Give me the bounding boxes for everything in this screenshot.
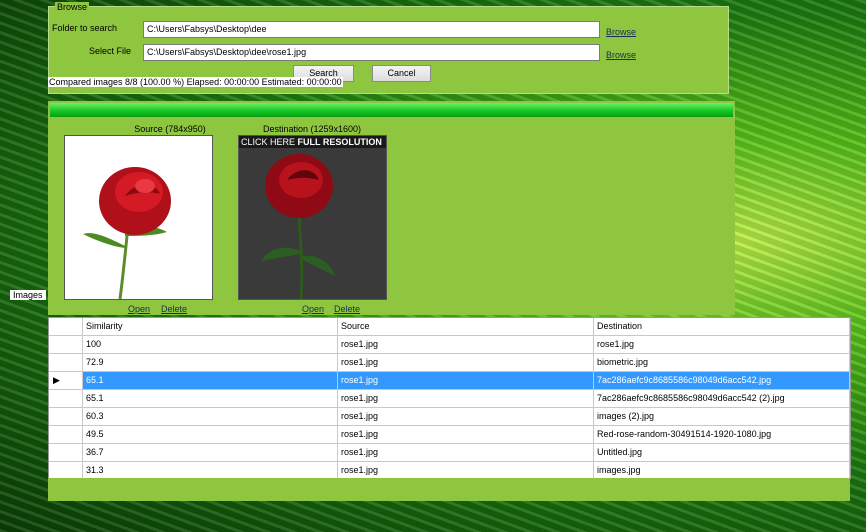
progress-bar	[50, 103, 733, 117]
banner-text: CLICK HERE	[241, 137, 296, 147]
similarity-cell[interactable]: 72.9	[83, 354, 338, 372]
browse-file-link[interactable]: Browse	[606, 50, 636, 60]
table-row[interactable]: 36.7 rose1.jpg Untitled.jpg	[49, 444, 850, 462]
banner-bold-text: FULL RESOLUTION	[297, 137, 382, 147]
file-label: Select File	[89, 46, 132, 56]
column-header-destination[interactable]: Destination	[594, 318, 850, 336]
similarity-cell[interactable]: 49.5	[83, 426, 338, 444]
table-row[interactable]: 65.1 rose1.jpg 7ac286aefc9c8685586c98049…	[49, 390, 850, 408]
images-label: Images	[10, 290, 46, 300]
source-caption: Source (784x950)	[134, 124, 206, 134]
destination-delete-link[interactable]: Delete	[334, 304, 360, 314]
column-header-source[interactable]: Source	[338, 318, 594, 336]
current-row-arrow-icon[interactable]: ▶	[49, 372, 83, 390]
destination-cell[interactable]: 7ac286aefc9c8685586c98049d6acc542.jpg	[594, 372, 850, 390]
destination-cell[interactable]: Untitled.jpg	[594, 444, 850, 462]
row-header[interactable]	[49, 426, 83, 444]
destination-caption: Destination (1259x1600)	[262, 124, 362, 134]
preview-panel: Source (784x950) Open Delete Destination…	[48, 101, 735, 315]
row-header[interactable]	[49, 390, 83, 408]
table-row[interactable]: 49.5 rose1.jpg Red-rose-random-30491514-…	[49, 426, 850, 444]
source-image[interactable]	[64, 135, 213, 300]
row-header[interactable]	[49, 444, 83, 462]
similarity-cell[interactable]: 65.1	[83, 372, 338, 390]
table-row-selected[interactable]: ▶ 65.1 rose1.jpg 7ac286aefc9c8685586c980…	[49, 372, 850, 390]
source-delete-link[interactable]: Delete	[161, 304, 187, 314]
full-resolution-banner[interactable]: CLICK HERE FULL RESOLUTION	[239, 136, 386, 148]
file-input[interactable]: C:\Users\Fabsys\Desktop\dee\rose1.jpg	[143, 44, 600, 61]
row-header-corner	[49, 318, 83, 336]
table-row[interactable]: 60.3 rose1.jpg images (2).jpg	[49, 408, 850, 426]
source-cell[interactable]: rose1.jpg	[338, 444, 594, 462]
bottom-panel	[48, 478, 850, 501]
destination-cell[interactable]: images (2).jpg	[594, 408, 850, 426]
destination-open-link[interactable]: Open	[302, 304, 324, 314]
row-header[interactable]	[49, 354, 83, 372]
folder-label: Folder to search	[52, 23, 118, 33]
folder-input[interactable]: C:\Users\Fabsys\Desktop\dee	[143, 21, 600, 38]
results-grid[interactable]: Similarity Source Destination 100 rose1.…	[48, 317, 851, 480]
table-row[interactable]: 72.9 rose1.jpg biometric.jpg	[49, 354, 850, 372]
source-cell[interactable]: rose1.jpg	[338, 372, 594, 390]
browse-folder-link[interactable]: Browse	[606, 27, 636, 37]
similarity-cell[interactable]: 60.3	[83, 408, 338, 426]
destination-image[interactable]: CLICK HERE FULL RESOLUTION	[238, 135, 387, 300]
destination-cell[interactable]: Red-rose-random-30491514-1920-1080.jpg	[594, 426, 850, 444]
progress-status: Compared images 8/8 (100.00 %) Elapsed: …	[48, 77, 343, 87]
row-header[interactable]	[49, 336, 83, 354]
table-row[interactable]: 100 rose1.jpg rose1.jpg	[49, 336, 850, 354]
similarity-cell[interactable]: 65.1	[83, 390, 338, 408]
source-cell[interactable]: rose1.jpg	[338, 354, 594, 372]
browse-legend: Browse	[55, 2, 90, 12]
destination-cell[interactable]: 7ac286aefc9c8685586c98049d6acc542 (2).jp…	[594, 390, 850, 408]
similarity-cell[interactable]: 36.7	[83, 444, 338, 462]
row-header[interactable]	[49, 408, 83, 426]
source-cell[interactable]: rose1.jpg	[338, 390, 594, 408]
destination-cell[interactable]: rose1.jpg	[594, 336, 850, 354]
source-cell[interactable]: rose1.jpg	[338, 408, 594, 426]
cancel-button[interactable]: Cancel	[372, 65, 431, 82]
source-cell[interactable]: rose1.jpg	[338, 426, 594, 444]
source-open-link[interactable]: Open	[128, 304, 150, 314]
grid-header-row: Similarity Source Destination	[49, 318, 850, 336]
similarity-cell[interactable]: 100	[83, 336, 338, 354]
source-cell[interactable]: rose1.jpg	[338, 336, 594, 354]
destination-cell[interactable]: biometric.jpg	[594, 354, 850, 372]
column-header-similarity[interactable]: Similarity	[83, 318, 338, 336]
